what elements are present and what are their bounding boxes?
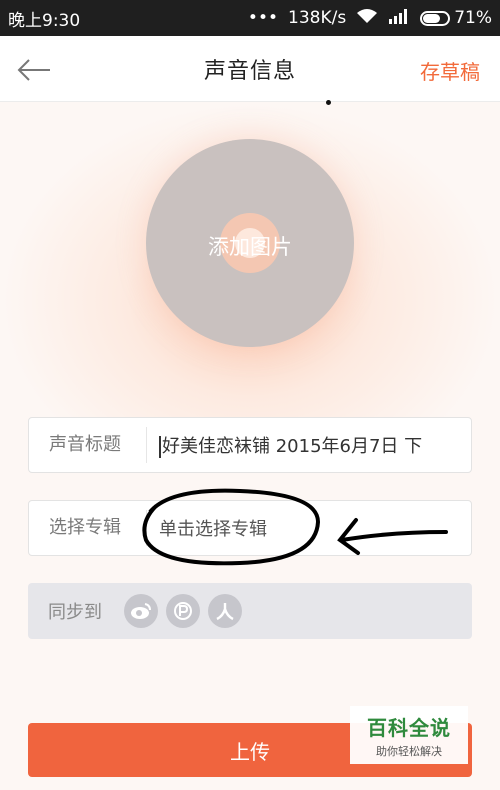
watermark-logo: 百科全说 助你轻松解决: [350, 706, 468, 764]
battery-icon: [420, 10, 451, 26]
sync-row: 同步到: [28, 583, 472, 639]
watermark-title: 百科全说: [367, 715, 451, 740]
battery-percent: 71%: [454, 8, 492, 28]
weibo-icon[interactable]: [124, 594, 158, 628]
album-field-label: 选择专辑: [29, 510, 147, 546]
renren-icon[interactable]: [208, 594, 242, 628]
header-bar: 声音信息 存草稿: [0, 36, 500, 102]
back-button[interactable]: [14, 50, 54, 90]
page-title: 声音信息: [203, 58, 296, 84]
signal-icon: [388, 8, 410, 29]
network-speed: 138K/s: [288, 8, 347, 28]
add-cover-image-button[interactable]: 添加图片: [146, 139, 354, 347]
stray-dot: [326, 100, 331, 105]
album-placeholder: 单击选择专辑: [159, 519, 267, 540]
battery-indicator: 71%: [420, 8, 492, 28]
wifi-icon: [356, 8, 378, 29]
title-field-label: 声音标题: [29, 427, 147, 463]
title-field[interactable]: 声音标题 好美佳恋袜铺 2015年6月7日 下: [28, 417, 472, 473]
status-bar: 晚上9:30 ••• 138K/s 71%: [0, 0, 500, 36]
status-indicators: ••• 138K/s 71%: [248, 8, 492, 29]
more-dots-icon: •••: [247, 8, 279, 28]
album-field[interactable]: 选择专辑 单击选择专辑: [28, 500, 472, 556]
save-draft-button[interactable]: 存草稿: [420, 56, 480, 85]
add-image-label: 添加图片: [208, 235, 292, 259]
status-time: 晚上9:30: [8, 10, 81, 31]
title-input[interactable]: 好美佳恋袜铺 2015年6月7日 下: [147, 432, 467, 458]
sync-label: 同步到: [48, 602, 102, 623]
back-arrow-icon: [17, 59, 50, 81]
title-input-value: 好美佳恋袜铺 2015年6月7日 下: [162, 436, 423, 457]
podcast-icon[interactable]: [166, 594, 200, 628]
text-cursor: [159, 436, 161, 458]
watermark-subtitle: 助你轻松解决: [376, 744, 442, 758]
upload-label: 上传: [230, 739, 270, 764]
album-select[interactable]: 单击选择专辑: [147, 515, 467, 541]
